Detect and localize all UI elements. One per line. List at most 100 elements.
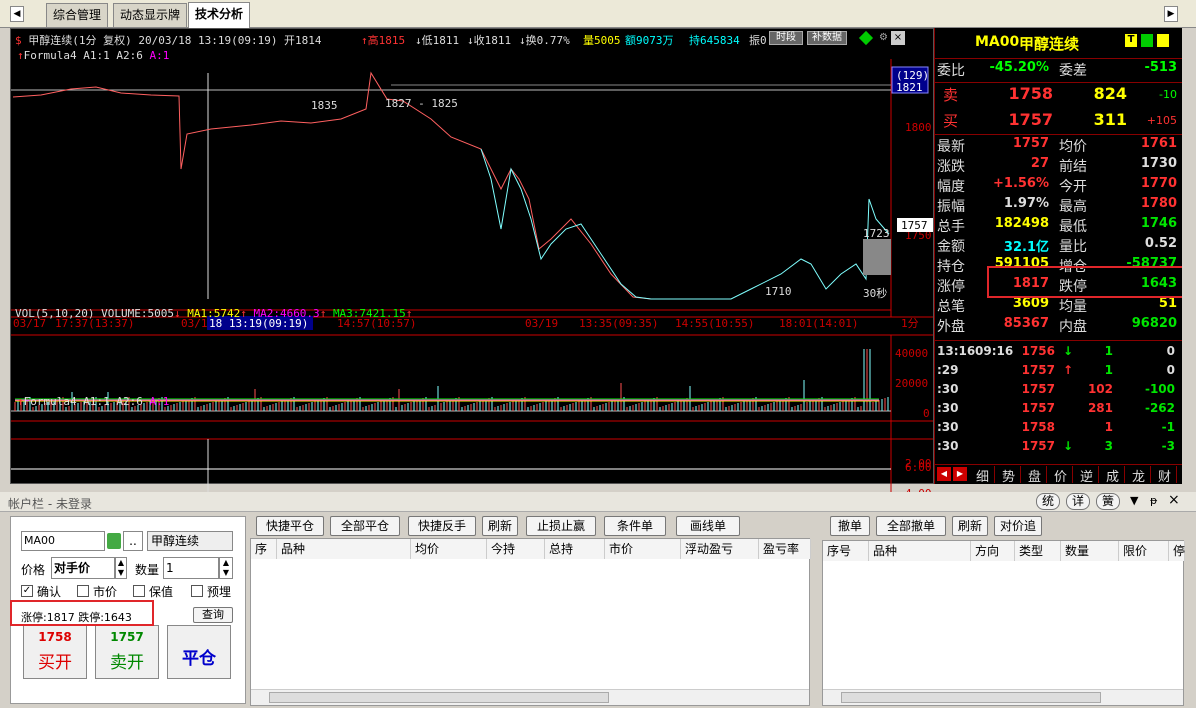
stat-value: 85367 <box>1003 316 1049 331</box>
position-column-header[interactable]: 今持 <box>487 539 545 559</box>
position-column-header[interactable]: 浮动盈亏 <box>681 539 759 559</box>
code-input[interactable]: MA00 <box>21 531 105 551</box>
confirm-checkbox[interactable]: ✓ <box>21 585 33 597</box>
order-action-button[interactable]: 全部撤单 <box>876 516 946 536</box>
position-action-button[interactable]: 画线单 <box>676 516 740 536</box>
weicha-label: 委差 <box>1059 63 1087 79</box>
tab-overview[interactable]: 综合管理 <box>46 3 109 27</box>
stat-value: 1746 <box>1140 216 1177 231</box>
stat-row: 最新 1757 均价 1761 <box>935 136 1183 156</box>
hedge-checkbox[interactable] <box>133 585 145 597</box>
preset-checkbox[interactable] <box>191 585 203 597</box>
quote-tab[interactable]: 龙 <box>1127 466 1151 485</box>
tabs-next-icon[interactable]: ▶ <box>953 467 967 481</box>
stat-row: 外盘 85367 内盘 96820 <box>935 316 1183 336</box>
tick-change: -100 <box>1144 382 1175 396</box>
orders-grid[interactable]: 序号 品种 方向 类型 数量 限价停 <box>822 540 1185 706</box>
fill-data-button[interactable]: 补数据 <box>807 31 847 45</box>
order-column-header[interactable]: 类型 <box>1015 541 1061 561</box>
order-action-button[interactable]: 刷新 <box>952 516 988 536</box>
qty-input[interactable]: 1 <box>163 557 219 579</box>
stat-row: 金额 32.1亿 量比 0.52 <box>935 236 1183 256</box>
order-column-header[interactable]: 序号 <box>823 541 869 561</box>
position-column-header[interactable]: 盈亏率 <box>759 539 811 559</box>
quote-tab[interactable]: 成 <box>1101 466 1125 485</box>
position-action-button[interactable]: 全部平仓 <box>330 516 400 536</box>
quote-tab[interactable]: 细 <box>971 466 995 485</box>
buy-open-button[interactable]: 1758 买开 <box>23 625 87 679</box>
tick-row: :30 1758 1 -1 <box>935 420 1183 440</box>
order-column-header[interactable]: 数量 <box>1061 541 1119 561</box>
order-column-header[interactable]: 停 <box>1169 541 1185 561</box>
tab-technical-analysis[interactable]: 技术分析 <box>188 2 251 28</box>
tabs-prev-icon[interactable]: ◀ <box>937 467 951 481</box>
sell-open-button[interactable]: 1757 卖开 <box>95 625 159 679</box>
quote-tab[interactable]: 价 <box>1049 466 1073 485</box>
order-action-button[interactable]: 撤单 <box>830 516 870 536</box>
stat-row: 振幅 1.97% 最高 1780 <box>935 196 1183 216</box>
tab-bar: ◀ 综合管理 动态显示牌 技术分析 ▶ <box>0 0 1196 28</box>
order-action-button[interactable]: 对价追 <box>994 516 1042 536</box>
stat-value: +1.56% <box>993 176 1049 191</box>
pin-icon[interactable]: ᵽ <box>1150 494 1157 507</box>
stat-button[interactable]: 统 <box>1036 493 1060 510</box>
price-select[interactable]: 对手价 <box>51 557 115 579</box>
order-column-header[interactable]: 方向 <box>971 541 1015 561</box>
tab-dynamic-board[interactable]: 动态显示牌 <box>113 3 188 27</box>
tick-volume: 102 <box>1087 382 1113 396</box>
position-action-button[interactable]: 快捷反手 <box>408 516 476 536</box>
weicha-value: -513 <box>1144 60 1177 75</box>
price-spin[interactable]: ▲ ▼ <box>115 557 127 579</box>
stat-value: 1761 <box>1140 136 1177 151</box>
qty-spin[interactable]: ▲ ▼ <box>219 557 233 579</box>
quote-tab[interactable]: 势 <box>997 466 1021 485</box>
settings-icon[interactable]: ⚙ <box>879 32 888 43</box>
detail-button[interactable]: 详 <box>1066 493 1090 510</box>
green-toggle-icon[interactable] <box>1141 34 1153 47</box>
positions-grid[interactable]: 序品种 均价 今持 总持 市价 浮动盈亏 盈亏率 <box>250 538 811 706</box>
positions-hscroll[interactable] <box>251 689 809 705</box>
bid-change: +105 <box>1146 114 1177 127</box>
tick-row: :30 1757 ↓ 3 -3 <box>935 439 1183 459</box>
browse-button[interactable]: .. <box>123 531 143 551</box>
t-button[interactable]: T <box>1125 34 1137 47</box>
chart-info: $ 甲醇连续(1分 复权) 20/03/18 13:19(09:19) 开181… <box>15 34 322 47</box>
position-action-button[interactable]: 止损止赢 <box>526 516 596 536</box>
query-button[interactable]: 查询 <box>193 607 233 623</box>
close-position-button[interactable]: 平仓 <box>167 625 231 679</box>
position-column-header[interactable]: 品种 <box>277 539 411 559</box>
side-scrollbar[interactable] <box>1182 28 1196 484</box>
tick-volume: 1 <box>1104 344 1113 358</box>
hold-label: 持645834 <box>689 34 740 47</box>
position-action-button[interactable]: 快捷平仓 <box>256 516 324 536</box>
dropdown-icon[interactable]: ▼ <box>1130 494 1138 507</box>
order-column-header[interactable]: 品种 <box>869 541 971 561</box>
close-panel-icon[interactable]: × <box>1168 492 1180 508</box>
position-action-button[interactable]: 刷新 <box>482 516 518 536</box>
quote-tab[interactable]: 财 <box>1153 466 1177 485</box>
weibi-label: 委比 <box>937 63 965 79</box>
position-column-header[interactable]: 序 <box>251 539 277 559</box>
position-column-header[interactable]: 总持 <box>545 539 605 559</box>
position-column-header[interactable]: 市价 <box>605 539 681 559</box>
quote-tab[interactable]: 盘 <box>1023 466 1047 485</box>
spring-button[interactable]: 簧 <box>1096 493 1120 510</box>
time-segment-button[interactable]: 时段 <box>769 31 803 45</box>
close-chart-icon[interactable]: × <box>891 31 905 45</box>
order-column-header[interactable]: 限价 <box>1119 541 1169 561</box>
tick-direction: ↓ <box>1063 439 1074 453</box>
market-checkbox[interactable] <box>77 585 89 597</box>
lock-icon[interactable] <box>107 533 121 549</box>
position-action-button[interactable]: 条件单 <box>604 516 666 536</box>
yellow-toggle-icon[interactable] <box>1157 34 1169 47</box>
tab-prev-button[interactable]: ◀ <box>10 6 24 22</box>
turnover-label: ↓换0.77% <box>519 34 570 47</box>
position-column-header[interactable]: 均价 <box>411 539 487 559</box>
quote-tab[interactable]: 逆 <box>1075 466 1099 485</box>
orders-hscroll[interactable] <box>823 689 1183 705</box>
tab-next-button[interactable]: ▶ <box>1164 6 1178 22</box>
bid-volume: 311 <box>1093 110 1127 129</box>
chart-panel[interactable]: $ 甲醇连续(1分 复权) 20/03/18 13:19(09:19) 开181… <box>10 28 934 499</box>
tick-price: 1757 <box>1021 363 1055 377</box>
stat-label: 均量 <box>1059 299 1087 315</box>
